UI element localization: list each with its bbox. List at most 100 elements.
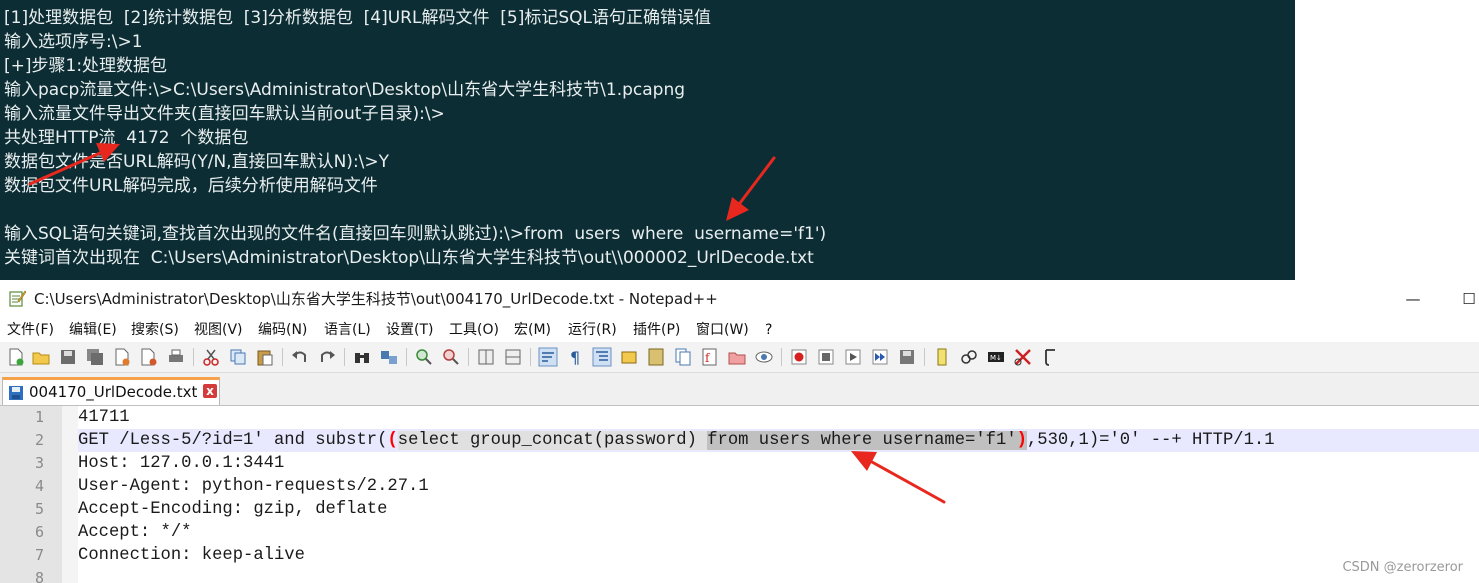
save-all-icon[interactable] <box>85 347 105 367</box>
search-match-highlight: from users where username='f1' <box>707 431 1017 450</box>
code-line: Accept-Encoding: gzip, deflate <box>78 500 388 519</box>
desktop-background <box>1295 0 1479 280</box>
maximize-button[interactable]: ☐ <box>1458 288 1479 310</box>
menu-edit[interactable]: 编辑(E) <box>69 318 117 342</box>
monitoring-icon[interactable] <box>754 347 774 367</box>
run-macro-multiple-icon[interactable] <box>870 347 890 367</box>
menu-help[interactable]: ? <box>765 318 772 342</box>
console-line: 共处理HTTP流 4172 个数据包 <box>4 128 249 148</box>
record-macro-icon[interactable] <box>789 347 809 367</box>
menu-view[interactable]: 视图(V) <box>194 318 243 342</box>
menu-search[interactable]: 搜索(S) <box>131 318 179 342</box>
notepad-app-icon <box>9 290 26 307</box>
line-number: 3 <box>34 454 44 472</box>
markdown-icon[interactable]: M↓ <box>986 347 1006 367</box>
window-title: C:\Users\Administrator\Desktop\山东省大学生科技节… <box>34 290 718 308</box>
word-wrap-icon[interactable] <box>538 347 558 367</box>
copy-icon[interactable] <box>228 347 248 367</box>
save-icon[interactable] <box>58 347 78 367</box>
undo-icon[interactable] <box>290 347 310 367</box>
zoom-out-icon[interactable] <box>441 347 461 367</box>
console-window: [1]处理数据包 [2]统计数据包 [3]分析数据包 [4]URL解码文件 [5… <box>0 0 1295 280</box>
menu-tools[interactable]: 工具(O) <box>449 318 499 342</box>
udl-icon[interactable] <box>619 347 639 367</box>
line-number-gutter: 1 2 3 4 5 6 7 8 <box>0 406 62 583</box>
toolbar-separator <box>924 348 925 366</box>
cut-icon[interactable] <box>201 347 221 367</box>
tab-close-icon[interactable]: x <box>203 384 217 398</box>
tab-file[interactable]: 004170_UrlDecode.txt x <box>2 377 220 405</box>
plugin-icon-3[interactable] <box>1040 347 1060 367</box>
toolbar-separator <box>406 348 407 366</box>
stop-macro-icon[interactable] <box>816 347 836 367</box>
toolbar-separator <box>344 348 345 366</box>
screenshot-root: [1]处理数据包 [2]统计数据包 [3]分析数据包 [4]URL解码文件 [5… <box>0 0 1479 583</box>
text-editor[interactable]: 1 2 3 4 5 6 7 8 41711 GET /Less-5/?id=1'… <box>0 406 1479 583</box>
line-number: 5 <box>34 500 44 518</box>
code-line: 41711 <box>78 408 130 427</box>
line-number: 8 <box>34 569 44 583</box>
menu-settings[interactable]: 设置(T) <box>386 318 433 342</box>
show-all-chars-icon[interactable]: ¶ <box>565 347 585 367</box>
new-file-icon[interactable] <box>6 347 26 367</box>
menu-encoding[interactable]: 编码(N) <box>258 318 307 342</box>
menu-language[interactable]: 语言(L) <box>324 318 371 342</box>
console-line: 输入流量文件导出文件夹(直接回车默认当前out子目录):\> <box>4 104 445 124</box>
plugin-tools-icon[interactable] <box>1013 347 1033 367</box>
paste-icon[interactable] <box>255 347 275 367</box>
console-line: [1]处理数据包 [2]统计数据包 [3]分析数据包 [4]URL解码文件 [5… <box>4 8 712 28</box>
menu-macro[interactable]: 宏(M) <box>514 318 551 342</box>
sync-vertical-icon[interactable] <box>476 347 496 367</box>
tab-bar: 004170_UrlDecode.txt x <box>0 373 1479 406</box>
matched-brace-open: ( <box>387 431 398 450</box>
console-line: 输入SQL语句关键词,查找首次出现的文件名(直接回车则默认跳过):\>from … <box>4 224 827 244</box>
line-number: 6 <box>34 523 44 541</box>
function-list-icon[interactable]: f <box>700 347 720 367</box>
sync-horizontal-icon[interactable] <box>503 347 523 367</box>
menu-window[interactable]: 窗口(W) <box>696 318 749 342</box>
plugin-icon-1[interactable] <box>932 347 952 367</box>
saved-file-icon <box>9 386 23 400</box>
svg-text:M↓: M↓ <box>990 354 1002 362</box>
find-icon[interactable] <box>352 347 372 367</box>
toolbar-separator <box>282 348 283 366</box>
play-macro-icon[interactable] <box>843 347 863 367</box>
console-line: 输入pacp流量文件:\>C:\Users\Administrator\Desk… <box>4 80 686 100</box>
menu-bar: 文件(F) 编辑(E) 搜索(S) 视图(V) 编码(N) 语言(L) 设置(T… <box>0 318 1479 342</box>
line-number: 1 <box>34 408 44 426</box>
fold-margin <box>62 406 78 583</box>
code-line: User-Agent: python-requests/2.27.1 <box>78 477 429 496</box>
menu-plugins[interactable]: 插件(P) <box>633 318 680 342</box>
minimize-button[interactable]: — <box>1402 288 1424 310</box>
watermark: CSDN @zerorzeror <box>1342 560 1463 575</box>
menu-run[interactable]: 运行(R) <box>568 318 617 342</box>
title-bar[interactable]: C:\Users\Administrator\Desktop\山东省大学生科技节… <box>0 280 1479 318</box>
folder-workspace-icon[interactable] <box>727 347 747 367</box>
line-number: 2 <box>34 431 44 449</box>
print-icon[interactable] <box>166 347 186 367</box>
open-file-icon[interactable] <box>31 347 51 367</box>
toolbar-separator <box>781 348 782 366</box>
replace-icon[interactable] <box>379 347 399 367</box>
redo-icon[interactable] <box>317 347 337 367</box>
indent-guide-icon[interactable] <box>592 347 612 367</box>
tab-label: 004170_UrlDecode.txt <box>29 383 198 401</box>
code-line: Host: 127.0.0.1:3441 <box>78 454 285 473</box>
code-segment: GET /Less-5/?id=1' and substr( <box>78 431 388 450</box>
line-number: 4 <box>34 477 44 495</box>
save-macro-icon[interactable] <box>897 347 917 367</box>
doc-map-icon[interactable] <box>646 347 666 367</box>
plugin-icon-2[interactable] <box>959 347 979 367</box>
console-line: [+]步骤1:处理数据包 <box>4 56 168 76</box>
console-line: 数据包文件URL解码完成，后续分析使用解码文件 <box>4 176 378 196</box>
menu-file[interactable]: 文件(F) <box>7 318 54 342</box>
code-line: Connection: keep-alive <box>78 546 305 565</box>
toolbar: ¶ f M↓ <box>0 342 1479 373</box>
line-number: 7 <box>34 546 44 564</box>
close-all-icon[interactable] <box>139 347 159 367</box>
close-file-icon[interactable] <box>112 347 132 367</box>
toolbar-separator <box>530 348 531 366</box>
zoom-in-icon[interactable] <box>414 347 434 367</box>
doc-list-icon[interactable] <box>673 347 693 367</box>
console-line: 输入选项序号:\>1 <box>4 32 143 52</box>
